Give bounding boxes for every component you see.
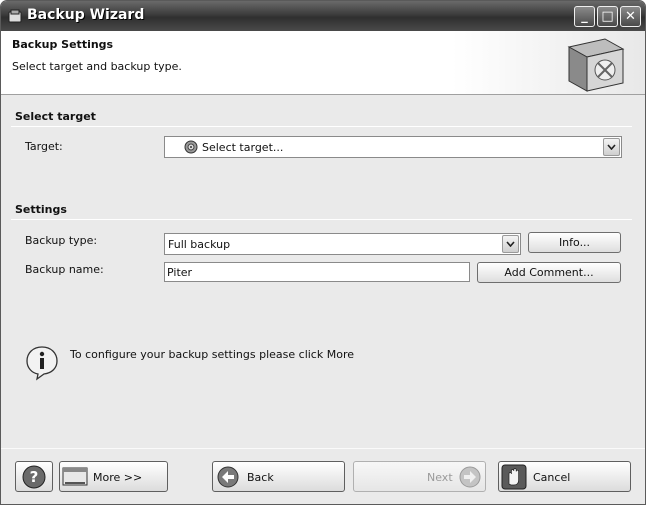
footer-divider	[1, 448, 645, 449]
more-label: More >>	[93, 471, 143, 484]
help-icon: ?	[22, 465, 46, 489]
help-button[interactable]: ?	[15, 461, 53, 492]
backup-type-label: Backup type:	[25, 234, 98, 247]
backup-type-value: Full backup	[168, 238, 231, 251]
target-select[interactable]: Select target...	[164, 136, 622, 158]
info-message: To configure your backup settings please…	[70, 348, 354, 361]
window-title: Backup Wizard	[27, 7, 145, 23]
title-bar[interactable]: Backup Wizard _ □ ✕	[1, 1, 645, 31]
back-button[interactable]: Back	[212, 461, 345, 492]
chevron-down-icon	[607, 144, 616, 150]
backup-wizard-window: Backup Wizard _ □ ✕ Backup Settings Sele…	[0, 0, 646, 505]
settings-panel-icon	[62, 467, 88, 486]
app-icon	[8, 9, 22, 23]
page-title: Backup Settings	[12, 38, 114, 51]
target-value: Select target...	[202, 141, 284, 154]
chevron-down-icon	[506, 241, 515, 247]
backup-box-icon	[567, 38, 625, 92]
backup-type-dropdown-arrow[interactable]	[502, 235, 519, 253]
settings-heading: Settings	[15, 203, 67, 216]
select-target-heading: Select target	[15, 110, 96, 123]
back-label: Back	[247, 471, 274, 484]
section-divider	[11, 219, 632, 220]
backup-name-label: Backup name:	[25, 263, 104, 276]
minimize-button[interactable]: _	[574, 6, 595, 27]
info-icon	[26, 346, 58, 381]
stop-hand-icon	[501, 464, 527, 490]
minimize-icon: _	[581, 9, 588, 24]
arrow-right-icon	[459, 466, 481, 488]
backup-type-select[interactable]: Full backup	[164, 233, 521, 255]
backup-name-field[interactable]	[164, 262, 470, 282]
disc-icon	[184, 140, 198, 154]
page-subtitle: Select target and backup type.	[12, 60, 182, 73]
cancel-button[interactable]: Cancel	[498, 461, 631, 492]
cancel-label: Cancel	[533, 471, 571, 484]
backup-name-input[interactable]	[165, 263, 469, 281]
svg-text:?: ?	[30, 468, 39, 486]
target-dropdown-arrow[interactable]	[603, 138, 620, 156]
next-label: Next	[427, 471, 453, 484]
wizard-header: Backup Settings Select target and backup…	[1, 31, 645, 95]
maximize-icon: □	[601, 9, 614, 24]
arrow-left-icon	[217, 466, 239, 488]
close-button[interactable]: ✕	[620, 6, 641, 27]
target-label: Target:	[25, 140, 63, 153]
close-icon: ✕	[625, 9, 636, 24]
section-divider	[11, 126, 632, 127]
info-button[interactable]: Info...	[528, 232, 621, 253]
more-button[interactable]: More >>	[59, 461, 168, 492]
maximize-button[interactable]: □	[597, 6, 618, 27]
add-comment-button[interactable]: Add Comment...	[477, 262, 621, 283]
next-button[interactable]: Next	[353, 461, 486, 492]
